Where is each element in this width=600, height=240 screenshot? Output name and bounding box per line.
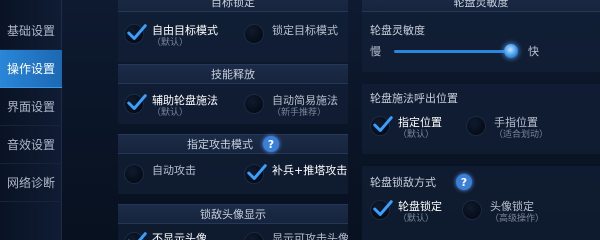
- option-avatar-lock[interactable]: 头像锁定 （高级操作）: [462, 200, 544, 225]
- checkmark-icon: [127, 94, 147, 110]
- slider-fill: [394, 50, 512, 53]
- option-label: 不显示头像: [152, 232, 207, 240]
- option-label: 辅助轮盘施法: [152, 94, 218, 107]
- option-wheel-lock[interactable]: 轮盘锁定 （默认）: [370, 200, 442, 225]
- radio-circle[interactable]: [124, 164, 144, 184]
- sensitivity-label: 轮盘灵敏度: [370, 24, 425, 37]
- sidebar-item-network[interactable]: 网络诊断: [0, 164, 62, 202]
- radio-circle[interactable]: [462, 200, 482, 220]
- option-sublabel: （默认）: [398, 130, 435, 140]
- option-show-attackable-avatar[interactable]: 显示可攻击头像: [244, 232, 349, 240]
- sensitivity-slider[interactable]: 慢 快: [370, 42, 560, 60]
- section-title: 轮盘施法呼出位置: [370, 92, 458, 105]
- option-auto-attack[interactable]: 自动攻击: [124, 164, 196, 184]
- wheel-lock-header: 轮盘锁敌方式 ?: [370, 174, 472, 190]
- sidebar-item-label: 音效设置: [6, 138, 55, 152]
- sidebar-item-basic[interactable]: 基础设置: [0, 12, 62, 50]
- checkmark-icon: [373, 116, 393, 132]
- enemy-avatar-header: 锁敌头像显示: [118, 204, 348, 224]
- checkmark-icon: [373, 200, 393, 216]
- option-finger-position[interactable]: 手指位置 （适合划动）: [466, 116, 548, 141]
- checkmark-icon: [247, 164, 267, 180]
- sidebar-item-label: 操作设置: [6, 62, 55, 76]
- option-label: 自由目标模式: [152, 24, 218, 37]
- sidebar-item-label: 界面设置: [6, 100, 55, 114]
- section-title: 指定攻击模式: [187, 138, 253, 151]
- option-label: 手指位置: [494, 116, 538, 129]
- option-assist-wheel-cast[interactable]: 辅助轮盘施法 （默认）: [124, 94, 218, 119]
- target-lock-header: 目标锁定: [118, 0, 348, 12]
- option-label: 头像锁定: [490, 200, 534, 213]
- option-sublabel: （新手推荐）: [272, 108, 327, 118]
- option-label: 锁定目标模式: [272, 24, 338, 37]
- attack-mode-header: 指定攻击模式 ?: [118, 134, 348, 154]
- section-title: 轮盘灵敏度: [453, 0, 509, 9]
- option-label: 指定位置: [398, 116, 442, 129]
- option-label: 自动简易施法: [272, 94, 338, 107]
- option-sublabel: （默认）: [152, 108, 189, 118]
- slider-handle[interactable]: [504, 44, 519, 58]
- settings-sidebar: 基础设置 操作设置 界面设置 音效设置 网络诊断: [0, 0, 62, 240]
- checkmark-icon: [127, 232, 147, 240]
- option-sublabel: （高级操作）: [490, 214, 545, 224]
- sidebar-item-interface[interactable]: 界面设置: [0, 88, 62, 126]
- sidebar-item-controls[interactable]: 操作设置: [0, 50, 62, 88]
- section-title: 轮盘锁敌方式: [370, 176, 436, 189]
- sidebar-item-label: 基础设置: [6, 24, 55, 38]
- radio-circle[interactable]: [124, 232, 147, 240]
- option-free-target[interactable]: 自由目标模式 （默认）: [124, 24, 218, 49]
- fast-label: 快: [528, 45, 539, 58]
- option-last-hit-tower[interactable]: 补兵+推塔攻击: [244, 164, 347, 184]
- sidebar-item-sound[interactable]: 音效设置: [0, 126, 62, 164]
- slow-label: 慢: [370, 45, 381, 58]
- radio-circle[interactable]: [124, 94, 147, 114]
- slider-track[interactable]: [394, 44, 520, 58]
- option-label: 补兵+推塔攻击: [272, 164, 348, 177]
- option-label: 轮盘锁定: [398, 200, 442, 213]
- radio-circle[interactable]: [466, 116, 486, 136]
- option-auto-simple-cast[interactable]: 自动简易施法 （新手推荐）: [244, 94, 338, 119]
- radio-circle[interactable]: [370, 200, 393, 220]
- sidebar-item-label: 网络诊断: [6, 176, 55, 190]
- option-label: 显示可攻击头像: [272, 232, 349, 240]
- help-icon[interactable]: ?: [456, 174, 472, 190]
- settings-screen: 基础设置 操作设置 界面设置 音效设置 网络诊断 目标锁定 自由目标模式 （默认…: [0, 0, 600, 240]
- wheel-sensitivity-header: 轮盘灵敏度: [362, 0, 600, 12]
- section-title: 技能释放: [211, 68, 255, 81]
- section-title: 目标锁定: [211, 0, 255, 9]
- radio-circle[interactable]: [124, 24, 147, 44]
- section-title: 锁敌头像显示: [200, 208, 266, 221]
- option-fixed-position[interactable]: 指定位置 （默认）: [370, 116, 442, 141]
- option-sublabel: （默认）: [398, 214, 435, 224]
- radio-circle[interactable]: [370, 116, 393, 136]
- option-lock-target[interactable]: 锁定目标模式: [244, 24, 338, 44]
- radio-circle[interactable]: [244, 232, 264, 240]
- skill-cast-header: 技能释放: [118, 64, 348, 84]
- option-sublabel: （适合划动）: [494, 130, 549, 140]
- option-sublabel: （默认）: [152, 38, 189, 48]
- option-label: 自动攻击: [152, 164, 196, 177]
- radio-circle[interactable]: [244, 24, 264, 44]
- option-hide-avatar[interactable]: 不显示头像: [124, 232, 207, 240]
- help-icon[interactable]: ?: [263, 136, 279, 152]
- checkmark-icon: [127, 24, 147, 40]
- radio-circle[interactable]: [244, 164, 267, 184]
- radio-circle[interactable]: [244, 94, 264, 114]
